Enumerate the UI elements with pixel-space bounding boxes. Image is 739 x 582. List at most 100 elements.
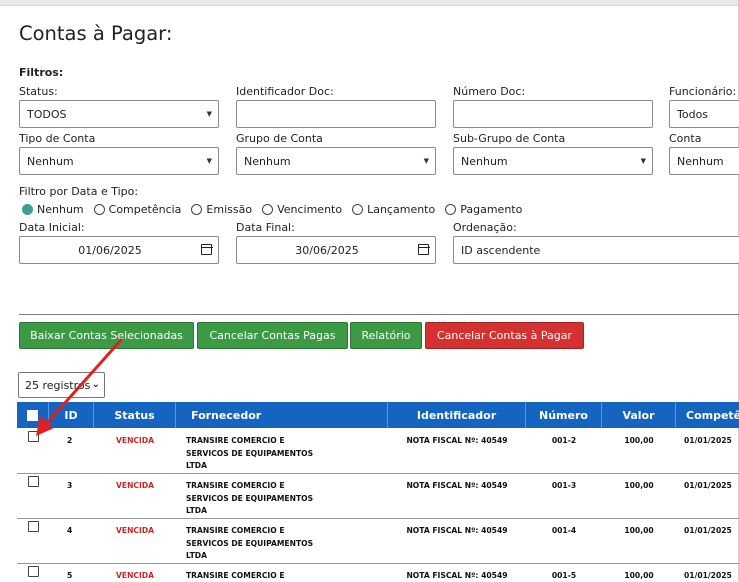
calendar-icon[interactable] — [417, 244, 430, 255]
fornecedor-line: SERVICOS DE EQUIPAMENTOS — [186, 448, 314, 458]
cell-identificador: NOTA FISCAL Nº: 40549 — [406, 436, 508, 445]
radio-dot — [445, 203, 457, 215]
table-header: ID Status Fornecedor Identificador Númer… — [17, 402, 739, 428]
cell-valor: 100,00 — [624, 481, 654, 490]
dropdown-arrow-icon: ▼ — [206, 157, 212, 165]
radio-emissao[interactable]: Emissão — [191, 203, 252, 216]
cell-valor: 100,00 — [624, 526, 654, 535]
cell-competencia: 01/01/2025 — [684, 526, 732, 535]
funcionario-select[interactable]: Todos — [669, 100, 739, 128]
radio-label: Vencimento — [277, 202, 343, 216]
radio-dot — [191, 203, 203, 215]
radio-label: Pagamento — [460, 202, 523, 216]
cell-identificador: NOTA FISCAL Nº: 40549 — [406, 481, 508, 490]
numero-input[interactable] — [453, 100, 653, 128]
identificador-label: Identificador Doc: — [236, 85, 334, 98]
col-numero[interactable]: Número — [526, 402, 602, 428]
radio-lancamento[interactable]: Lançamento — [352, 203, 435, 216]
row-checkbox[interactable] — [28, 431, 39, 442]
tipo-conta-label: Tipo de Conta — [19, 132, 96, 145]
conta-select[interactable]: Nenhum — [669, 147, 739, 175]
col-id[interactable]: ID — [49, 402, 94, 428]
status-value: TODOS — [27, 107, 67, 121]
cell-id: 4 — [67, 526, 73, 535]
radio-dot — [352, 203, 364, 215]
row-checkbox[interactable] — [28, 476, 39, 487]
data-inicial-value: 01/06/2025 — [78, 243, 142, 257]
cell-fornecedor: TRANSIRE COMERCIO E SERVICOS DE EQUIPAME… — [176, 519, 388, 563]
tipo-conta-select[interactable]: Nenhum ▼ — [19, 147, 219, 175]
radio-competencia[interactable]: Competência — [93, 202, 182, 216]
fornecedor-line: LTDA — [186, 551, 207, 560]
radio-pagamento[interactable]: Pagamento — [445, 203, 522, 216]
ordenacao-value: ID ascendente — [461, 243, 541, 257]
page-size-value: 25 registros — [25, 378, 91, 392]
data-inicial-label: Data Inicial: — [19, 221, 85, 234]
filters-title: Filtros: — [19, 66, 64, 79]
grupo-conta-value: Nenhum — [244, 154, 291, 168]
table-row: 2 VENCIDA TRANSIRE COMERCIO E SERVICOS D… — [17, 429, 739, 474]
calendar-icon[interactable] — [200, 244, 213, 255]
conta-value: Nenhum — [677, 154, 724, 168]
grupo-conta-select[interactable]: Nenhum ▼ — [236, 147, 436, 175]
radio-dot — [93, 203, 105, 215]
row-select-cell — [17, 474, 49, 518]
cancelar-contas-a-pagar-button[interactable]: Cancelar Contas à Pagar — [425, 322, 584, 349]
radio-vencimento[interactable]: Vencimento — [262, 203, 342, 216]
col-valor[interactable]: Valor — [602, 402, 676, 428]
subgrupo-conta-select[interactable]: Nenhum ▼ — [453, 147, 653, 175]
col-identificador[interactable]: Identificador — [388, 402, 526, 428]
top-bar — [0, 0, 739, 6]
divider — [19, 314, 739, 315]
cell-numero: 001-2 — [551, 436, 577, 445]
numero-label: Número Doc: — [453, 85, 526, 98]
dropdown-arrow-icon: ▼ — [206, 110, 212, 118]
ordenacao-select[interactable]: ID ascendente — [453, 236, 739, 264]
radio-label: Nenhum — [37, 202, 84, 216]
dropdown-arrow-icon: ▼ — [640, 157, 646, 165]
cell-identificador: NOTA FISCAL Nº: 40549 — [406, 526, 508, 535]
cell-numero: 001-4 — [551, 526, 577, 535]
fornecedor-line: TRANSIRE COMERCIO E — [186, 481, 285, 490]
radio-label: Competência — [108, 202, 182, 216]
cell-id: 2 — [67, 436, 73, 445]
col-status[interactable]: Status — [94, 402, 176, 428]
cell-id: 3 — [67, 481, 73, 490]
table-row: 3 VENCIDA TRANSIRE COMERCIO E SERVICOS D… — [17, 474, 739, 519]
cancelar-contas-pagas-button[interactable]: Cancelar Contas Pagas — [197, 322, 348, 349]
ordenacao-label: Ordenação: — [453, 221, 517, 234]
row-checkbox[interactable] — [28, 566, 39, 577]
row-select-cell — [17, 429, 49, 473]
data-final-value: 30/06/2025 — [295, 243, 359, 257]
data-inicial-input[interactable]: 01/06/2025 — [19, 236, 219, 264]
cell-status: VENCIDA — [116, 571, 154, 580]
cell-numero: 001-3 — [551, 481, 577, 490]
cell-id: 5 — [67, 571, 73, 580]
data-final-input[interactable]: 30/06/2025 — [236, 236, 436, 264]
col-competencia[interactable]: Competência — [676, 402, 739, 428]
status-label: Status: — [19, 85, 58, 98]
cell-valor: 100,00 — [624, 571, 654, 580]
baixar-contas-button[interactable]: Baixar Contas Selecionadas — [19, 322, 194, 349]
page-size-select[interactable]: 25 registros ⌄ — [18, 372, 105, 398]
row-checkbox[interactable] — [28, 521, 39, 532]
fornecedor-line: SERVICOS DE EQUIPAMENTOS — [186, 493, 314, 503]
cell-identificador: NOTA FISCAL Nº: 40549 — [406, 571, 508, 580]
conta-label: Conta — [669, 132, 702, 145]
fornecedor-line: TRANSIRE COMERCIO E — [186, 571, 285, 580]
chevron-down-icon: ⌄ — [91, 379, 100, 390]
identificador-input[interactable] — [236, 100, 436, 128]
select-all-checkbox[interactable] — [27, 409, 38, 421]
dropdown-arrow-icon: ▼ — [423, 157, 429, 165]
cell-fornecedor: TRANSIRE COMERCIO E SERVICOS DE EQUIPAME… — [176, 474, 388, 518]
status-select[interactable]: TODOS ▼ — [19, 100, 219, 128]
grupo-conta-label: Grupo de Conta — [236, 132, 323, 145]
radio-nenhum[interactable]: Nenhum — [22, 203, 84, 216]
cell-competencia: 01/01/2025 — [684, 481, 732, 490]
col-fornecedor[interactable]: Fornecedor — [176, 402, 388, 428]
fornecedor-line: LTDA — [186, 461, 207, 470]
radio-dot — [262, 203, 274, 215]
cell-status: VENCIDA — [116, 526, 154, 535]
filtro-data-tipo-label: Filtro por Data e Tipo: — [19, 185, 139, 198]
relatorio-button[interactable]: Relatório — [350, 322, 422, 349]
